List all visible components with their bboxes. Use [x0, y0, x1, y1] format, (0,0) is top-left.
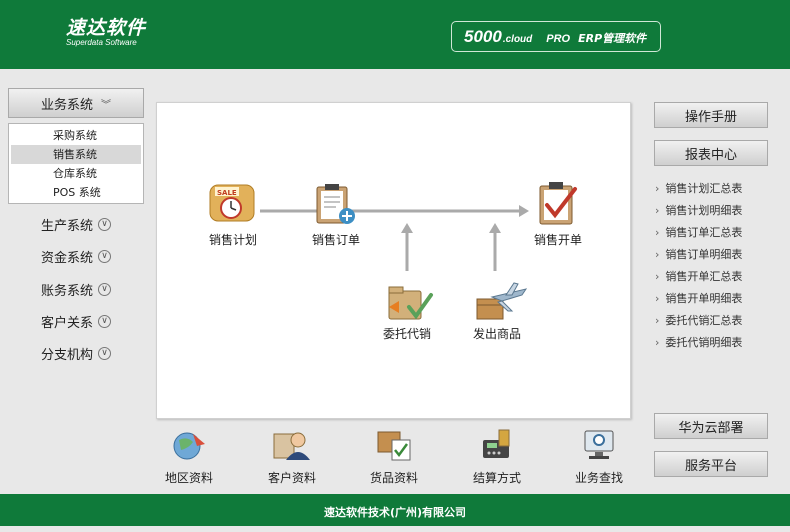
sales-plan-node[interactable]: SALE — [207, 181, 257, 225]
report-link[interactable]: › 委托代销汇总表 — [655, 312, 742, 328]
footer-bar: 速达软件技术(广州)有限公司 — [0, 494, 790, 526]
sales-plan-icon: SALE — [209, 184, 255, 222]
report-link-label: 委托代销汇总表 — [665, 314, 743, 327]
sales-order-label[interactable]: 销售订单 — [296, 231, 376, 248]
folder-check-icon — [388, 286, 433, 320]
flow-panel: SALE 销售计划 销售订单 销售开单 委托代销 发出商品 — [156, 102, 631, 419]
chevron-right-icon: › — [655, 314, 660, 327]
huawei-cloud-button[interactable]: 华为云部署 — [654, 413, 768, 439]
menu-funds-label: 资金系统 — [40, 250, 93, 266]
report-link-label: 销售开单汇总表 — [665, 270, 743, 283]
menu-production[interactable]: 生产系统 ∨ — [8, 212, 144, 236]
arrow-main-head — [519, 205, 529, 217]
report-link-label: 销售计划明细表 — [665, 204, 743, 217]
report-link-label: 销售开单明细表 — [665, 292, 743, 305]
report-link-label: 销售计划汇总表 — [665, 182, 743, 195]
consignment-label[interactable]: 委托代销 — [367, 325, 447, 342]
submenu-item-sales[interactable]: 销售系统 — [11, 145, 141, 164]
customer-data-label: 客户资料 — [267, 471, 316, 485]
menu-crm-label: 客户关系 — [40, 315, 93, 331]
report-link[interactable]: › 销售开单明细表 — [655, 290, 742, 306]
sales-invoice-label[interactable]: 销售开单 — [518, 231, 598, 248]
chevron-right-icon: › — [655, 248, 660, 261]
pos-terminal-icon — [483, 429, 510, 458]
menu-accounting[interactable]: 账务系统 ∨ — [8, 277, 144, 301]
clipboard-check-icon — [539, 182, 577, 225]
sales-order-node[interactable] — [312, 181, 358, 227]
flow-arrows — [260, 205, 529, 271]
menu-branch[interactable]: 分支机构 ∨ — [8, 341, 144, 365]
double-chevron-down-icon: ︾ — [101, 99, 111, 111]
chevron-down-icon: ∨ — [98, 314, 111, 328]
business-search-label: 业务查找 — [574, 471, 623, 485]
report-link-label: 销售订单明细表 — [665, 248, 743, 261]
chevron-right-icon: › — [655, 336, 660, 349]
chevron-right-icon: › — [655, 204, 660, 217]
submenu-item-pos[interactable]: POS 系统 — [11, 183, 141, 202]
submenu-item-warehouse[interactable]: 仓库系统 — [11, 164, 141, 183]
report-link[interactable]: › 销售订单汇总表 — [655, 224, 742, 240]
globe-arrow-icon — [173, 432, 205, 460]
customer-icon — [273, 432, 310, 460]
product-badge: 5000 .cloud PRO ERP管理软件 — [451, 21, 661, 52]
arrow-ship-head — [489, 223, 501, 233]
chevron-right-icon: › — [655, 226, 660, 239]
app-logo: 速达软件 Superdata Software — [66, 18, 146, 48]
report-link-label: 委托代销明细表 — [665, 336, 743, 349]
chevron-right-icon: › — [655, 182, 660, 195]
menu-funds[interactable]: 资金系统 ∨ — [8, 244, 144, 268]
brand-cloud: .cloud — [502, 34, 533, 45]
ship-goods-label[interactable]: 发出商品 — [457, 325, 537, 342]
chevron-right-icon: › — [655, 292, 660, 305]
menu-accounting-label: 账务系统 — [40, 283, 93, 299]
report-link[interactable]: › 销售计划明细表 — [655, 202, 742, 218]
customer-data-link[interactable]: 客户资料 — [252, 428, 332, 486]
report-link-label: 销售订单汇总表 — [665, 226, 743, 239]
menu-crm[interactable]: 客户关系 ∨ — [8, 309, 144, 333]
chevron-right-icon: › — [655, 270, 660, 283]
airplane-box-icon — [476, 282, 528, 320]
report-link[interactable]: › 销售开单汇总表 — [655, 268, 742, 284]
report-link[interactable]: › 委托代销明细表 — [655, 334, 742, 350]
header-bar: 速达软件 Superdata Software 5000 .cloud PRO … — [0, 0, 790, 69]
svg-text:SALE: SALE — [217, 189, 237, 197]
report-link[interactable]: › 销售计划汇总表 — [655, 180, 742, 196]
region-data-label: 地区资料 — [164, 471, 213, 485]
consignment-node[interactable] — [385, 283, 435, 323]
logo-cn: 速达软件 — [66, 17, 147, 39]
report-center-button[interactable]: 报表中心 — [654, 140, 768, 166]
manual-button[interactable]: 操作手册 — [654, 102, 768, 128]
menu-branch-label: 分支机构 — [40, 347, 93, 363]
monitor-search-icon — [584, 430, 614, 459]
menu-production-label: 生产系统 — [40, 218, 93, 234]
chevron-down-icon: ∨ — [98, 346, 111, 360]
sales-invoice-node[interactable] — [535, 179, 581, 227]
chevron-down-icon: ∨ — [98, 282, 111, 296]
logo-en: Superdata Software — [66, 38, 137, 47]
footer-company: 速达软件技术(广州)有限公司 — [323, 506, 467, 519]
ship-goods-node[interactable] — [472, 281, 528, 323]
menu-business-label: 业务系统 — [40, 97, 93, 113]
region-data-link[interactable]: 地区资料 — [149, 428, 229, 486]
chevron-down-icon: ∨ — [98, 249, 111, 263]
submenu-item-purchase[interactable]: 采购系统 — [11, 126, 141, 145]
business-search-link[interactable]: 业务查找 — [559, 428, 639, 486]
sales-plan-label[interactable]: 销售计划 — [193, 231, 273, 248]
goods-data-label: 货品资料 — [369, 471, 418, 485]
goods-box-icon — [377, 431, 411, 461]
brand-pro: PRO — [546, 33, 571, 45]
goods-data-link[interactable]: 货品资料 — [354, 428, 434, 486]
arrow-consign-head — [401, 223, 413, 233]
sales-order-icon — [316, 184, 355, 224]
brand-number: 5000 — [464, 27, 502, 46]
settlement-method-link[interactable]: 结算方式 — [457, 428, 537, 486]
brand-erp: ERP管理软件 — [578, 32, 647, 45]
service-platform-button[interactable]: 服务平台 — [654, 451, 768, 477]
menu-business-system[interactable]: 业务系统 ︾ — [8, 88, 144, 118]
submenu-panel: 采购系统 销售系统 仓库系统 POS 系统 — [8, 123, 144, 204]
settlement-method-label: 结算方式 — [472, 471, 521, 485]
report-link[interactable]: › 销售订单明细表 — [655, 246, 742, 262]
chevron-down-icon: ∨ — [98, 217, 111, 231]
